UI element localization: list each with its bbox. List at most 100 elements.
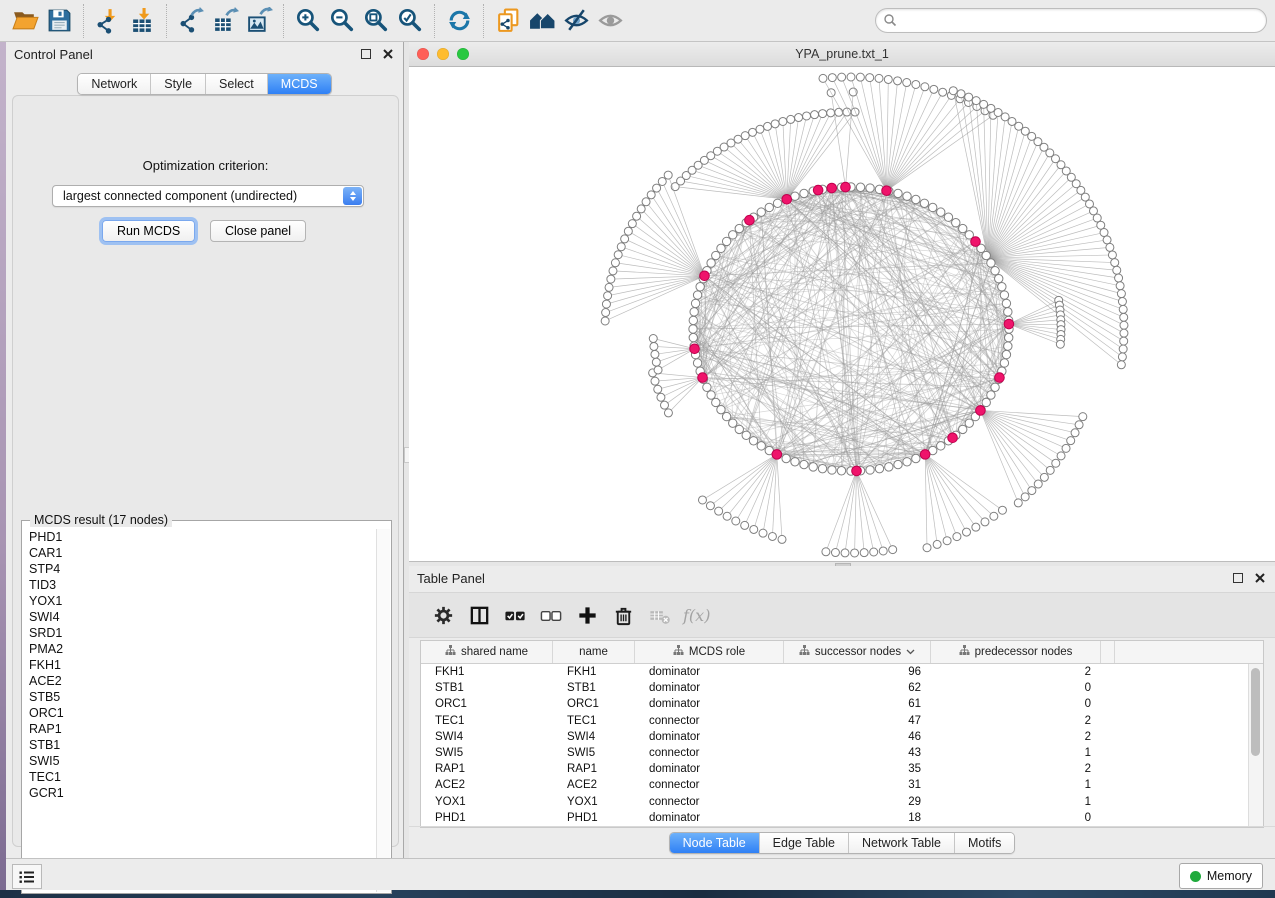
table-cell[interactable]: 1 [931,779,1101,791]
network-node[interactable] [706,502,714,510]
network-node[interactable] [1103,236,1111,244]
mcds-result-item[interactable]: SRD1 [23,625,377,641]
network-node[interactable] [1113,266,1121,274]
network-node[interactable] [879,547,887,555]
network-node[interactable] [1108,251,1116,259]
network-node[interactable] [903,79,911,87]
network-node[interactable] [654,385,662,393]
add-column-icon[interactable] [569,599,605,631]
network-node[interactable] [617,243,625,251]
select-all-icon[interactable] [497,599,533,631]
network-node[interactable] [987,391,995,399]
network-node[interactable] [621,235,629,243]
export-image-icon[interactable] [242,4,276,38]
toggle-column-display-icon[interactable] [461,599,497,631]
network-node[interactable] [937,442,945,450]
network-node[interactable] [952,219,960,227]
table-cell[interactable]: connector [635,715,784,727]
network-node[interactable] [835,108,843,116]
network-node[interactable] [870,548,878,556]
network-node[interactable] [651,350,659,358]
network-node[interactable] [953,533,961,541]
tab-network[interactable]: Network [78,74,151,94]
network-node[interactable] [800,460,808,468]
network-node[interactable] [957,90,965,98]
network-node[interactable] [712,251,720,259]
mcds-network-node[interactable] [971,237,981,247]
mcds-result-item[interactable]: PMA2 [23,641,377,657]
network-node[interactable] [921,83,929,91]
network-node[interactable] [771,120,779,128]
network-node[interactable] [611,259,619,267]
network-node[interactable] [894,460,902,468]
network-node[interactable] [1120,313,1128,321]
network-node[interactable] [1097,221,1105,229]
network-node[interactable] [732,517,740,525]
mcds-result-item[interactable]: ACE2 [23,673,377,689]
network-node[interactable] [628,220,636,228]
table-row[interactable]: ORC1ORC1dominator610 [421,696,1249,712]
mcds-result-item[interactable]: CAR1 [23,545,377,561]
mcds-result-item[interactable]: RAP1 [23,721,377,737]
first-neighbors-icon[interactable] [525,4,559,38]
table-row[interactable]: ACE2ACE2connector311 [421,777,1249,793]
fit-selected-icon[interactable] [393,4,427,38]
mcds-list-scrollbar[interactable] [376,529,390,892]
network-node[interactable] [875,74,883,82]
network-node[interactable] [658,177,666,185]
network-node[interactable] [903,458,911,466]
network-node[interactable] [647,191,655,199]
table-cell[interactable]: SWI5 [553,747,635,759]
table-cell[interactable]: 1 [931,796,1101,808]
network-node[interactable] [959,224,967,232]
network-node[interactable] [652,358,660,366]
network-node[interactable] [912,454,920,462]
table-cell[interactable]: 43 [784,747,931,759]
network-node[interactable] [633,212,641,220]
network-node[interactable] [856,73,864,81]
network-node[interactable] [660,401,668,409]
mcds-result-item[interactable]: SWI5 [23,753,377,769]
mcds-network-node[interactable] [882,186,892,196]
network-node[interactable] [987,104,995,112]
mcds-network-node[interactable] [920,450,930,460]
hide-selected-icon[interactable] [559,4,593,38]
table-settings-icon[interactable] [425,599,461,631]
network-node[interactable] [717,244,725,252]
network-node[interactable] [831,549,839,557]
new-network-from-selection-icon[interactable] [491,4,525,38]
table-cell[interactable]: FKH1 [421,666,553,678]
network-node[interactable] [1028,487,1036,495]
network-node[interactable] [959,425,967,433]
table-cell[interactable]: connector [635,779,784,791]
mcds-network-node[interactable] [976,406,986,416]
mcds-result-item[interactable]: FKH1 [23,657,377,673]
tab-mcds[interactable]: MCDS [268,74,331,94]
network-node[interactable] [773,199,781,207]
network-node[interactable] [1120,337,1128,345]
network-node[interactable] [779,117,787,125]
network-node[interactable] [1118,353,1126,361]
close-panel-icon[interactable] [1253,571,1267,585]
criterion-dropdown[interactable]: largest connected component (undirected) [52,185,364,207]
tab-network-table[interactable]: Network Table [849,833,955,853]
mcds-network-node[interactable] [841,182,851,192]
zoom-out-icon[interactable] [325,4,359,38]
run-mcds-button[interactable]: Run MCDS [102,220,195,242]
table-cell[interactable]: dominator [635,731,784,743]
network-node[interactable] [837,467,845,475]
network-node[interactable] [1115,274,1123,282]
column-header-shared-name[interactable]: shared name [421,641,553,663]
table-cell[interactable]: 2 [931,763,1101,775]
table-cell[interactable]: SWI4 [421,731,553,743]
network-node[interactable] [1021,493,1029,501]
network-node[interactable] [664,409,672,417]
network-node[interactable] [851,549,859,557]
network-node[interactable] [1000,359,1008,367]
network-node[interactable] [828,466,836,474]
network-node[interactable] [605,283,613,291]
network-node[interactable] [998,506,1006,514]
network-node[interactable] [939,88,947,96]
network-node[interactable] [818,464,826,472]
network-node[interactable] [903,192,911,200]
